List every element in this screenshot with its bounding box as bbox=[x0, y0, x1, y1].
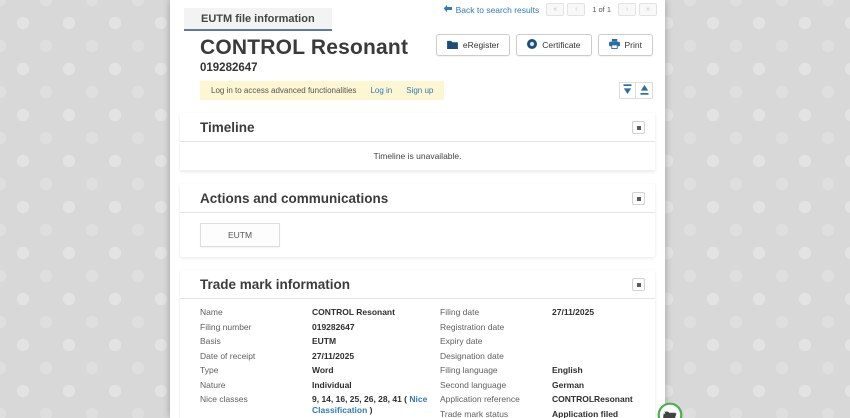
actions-collapse-button[interactable] bbox=[632, 192, 645, 205]
trademark-section-title: Trade mark information bbox=[200, 277, 350, 292]
field-value: EUTM bbox=[312, 336, 440, 347]
field-row-nature: Nature Individual bbox=[200, 380, 440, 392]
field-row-filing-language: Filing language English bbox=[440, 365, 680, 377]
field-label: Nature bbox=[200, 380, 312, 391]
collapse-all-button[interactable] bbox=[619, 82, 636, 99]
pager-first-button[interactable]: « bbox=[546, 3, 564, 16]
field-label: Date of receipt bbox=[200, 351, 312, 362]
login-banner-row: Log in to access advanced functionalitie… bbox=[200, 81, 653, 100]
back-to-search-results-link[interactable]: Back to search results bbox=[443, 4, 540, 15]
tab-eutm-file-information[interactable]: EUTM file information bbox=[184, 8, 332, 31]
timeline-collapse-button[interactable] bbox=[632, 121, 645, 134]
field-row-type: Type Word bbox=[200, 365, 440, 377]
eregister-button-label: eRegister bbox=[463, 40, 499, 50]
field-row-filing-date: Filing date 27/11/2025 bbox=[440, 307, 680, 319]
field-label: Expiry date bbox=[440, 336, 552, 347]
field-label: Basis bbox=[200, 336, 312, 347]
collapse-icon bbox=[637, 197, 641, 201]
result-pager: « ‹ 1 of 1 › » bbox=[546, 3, 657, 16]
pager-position-label: 1 of 1 bbox=[592, 5, 611, 14]
field-row-filing-number: Filing number 019282647 bbox=[200, 322, 440, 334]
actions-section-body: EUTM bbox=[180, 213, 655, 257]
trademark-section-header: Trade mark information bbox=[180, 270, 655, 299]
field-value: 27/11/2025 bbox=[552, 307, 680, 318]
print-button[interactable]: Print bbox=[598, 34, 653, 56]
pager-next-button[interactable]: › bbox=[618, 3, 636, 16]
document-actions: eRegister Certificate Print bbox=[436, 34, 653, 56]
field-value: 9, 14, 16, 25, 26, 28, 41 ( Nice Classif… bbox=[312, 394, 440, 417]
field-row-registration-date: Registration date bbox=[440, 322, 680, 334]
signup-link[interactable]: Sign up bbox=[406, 86, 433, 95]
trademark-information-section: Trade mark information Name CONTROL Reso… bbox=[180, 270, 655, 418]
trademark-fields: Name CONTROL Resonant Filing number 0192… bbox=[180, 299, 655, 418]
field-value: 27/11/2025 bbox=[312, 351, 440, 362]
login-link[interactable]: Log in bbox=[370, 86, 392, 95]
timeline-unavailable-message: Timeline is unavailable. bbox=[180, 142, 655, 171]
timeline-section-title: Timeline bbox=[200, 120, 255, 135]
field-row-date-of-receipt: Date of receipt 27/11/2025 bbox=[200, 351, 440, 363]
back-arrow-icon bbox=[443, 4, 452, 15]
actions-section-title: Actions and communications bbox=[200, 191, 388, 206]
certificate-button-label: Certificate bbox=[542, 40, 580, 50]
actions-section-header: Actions and communications bbox=[180, 184, 655, 213]
field-label: Registration date bbox=[440, 322, 552, 333]
nice-classes-close-paren: ) bbox=[370, 405, 373, 415]
field-label: Second language bbox=[440, 380, 552, 391]
certificate-seal-icon bbox=[527, 39, 537, 51]
field-row-trademark-status: Trade mark status Application filed bbox=[440, 409, 680, 418]
pager-prev-button[interactable]: ‹ bbox=[567, 3, 585, 16]
page-background: Back to search results « ‹ 1 of 1 › » EU… bbox=[0, 0, 850, 418]
field-value: Individual bbox=[312, 380, 440, 391]
field-row-basis: Basis EUTM bbox=[200, 336, 440, 348]
eregister-button[interactable]: eRegister bbox=[436, 34, 510, 56]
field-label: Name bbox=[200, 307, 312, 318]
actions-communications-section: Actions and communications EUTM bbox=[180, 184, 655, 257]
field-row-name: Name CONTROL Resonant bbox=[200, 307, 440, 319]
page-header: CONTROL Resonant 019282647 eRegister Cer… bbox=[170, 31, 665, 74]
trademark-fields-left-column: Name CONTROL Resonant Filing number 0192… bbox=[200, 307, 440, 418]
nice-classes-value: 9, 14, 16, 25, 26, 28, 41 ( bbox=[312, 394, 407, 404]
field-value: Word bbox=[312, 365, 440, 376]
field-value: English bbox=[552, 365, 680, 376]
back-link-label: Back to search results bbox=[456, 5, 540, 15]
actions-eutm-tab[interactable]: EUTM bbox=[200, 223, 280, 247]
field-value: 019282647 bbox=[312, 322, 440, 333]
collapse-icon bbox=[637, 283, 641, 287]
field-label: Nice classes bbox=[200, 394, 312, 405]
field-row-second-language: Second language German bbox=[440, 380, 680, 392]
field-label: Filing language bbox=[440, 365, 552, 376]
print-button-label: Print bbox=[625, 40, 642, 50]
field-row-application-reference: Application reference CONTROLResonant bbox=[440, 394, 680, 406]
expand-all-button[interactable] bbox=[636, 82, 653, 99]
login-banner-text: Log in to access advanced functionalitie… bbox=[211, 86, 356, 95]
trademark-status-icon bbox=[657, 402, 683, 418]
field-value: German bbox=[552, 380, 680, 391]
login-banner: Log in to access advanced functionalitie… bbox=[200, 81, 444, 100]
field-label: Type bbox=[200, 365, 312, 376]
file-number: 019282647 bbox=[200, 62, 653, 74]
timeline-section: Timeline Timeline is unavailable. bbox=[180, 113, 655, 171]
timeline-section-header: Timeline bbox=[180, 113, 655, 142]
collapse-icon bbox=[637, 126, 641, 130]
field-label: Designation date bbox=[440, 351, 552, 362]
field-label: Filing number bbox=[200, 322, 312, 333]
field-row-expiry-date: Expiry date bbox=[440, 336, 680, 348]
top-navigation-bar: Back to search results « ‹ 1 of 1 › » bbox=[443, 3, 657, 16]
field-row-designation-date: Designation date bbox=[440, 351, 680, 363]
trademark-fields-right-column: Filing date 27/11/2025 Registration date… bbox=[440, 307, 680, 418]
expand-all-icon bbox=[640, 83, 649, 98]
field-label: Filing date bbox=[440, 307, 552, 318]
certificate-button[interactable]: Certificate bbox=[516, 34, 591, 56]
collapse-all-icon bbox=[623, 83, 632, 98]
section-toggle-buttons bbox=[619, 82, 653, 99]
field-row-nice-classes: Nice classes 9, 14, 16, 25, 26, 28, 41 (… bbox=[200, 394, 440, 417]
eutm-file-panel: Back to search results « ‹ 1 of 1 › » EU… bbox=[170, 0, 665, 418]
field-label: Trade mark status bbox=[440, 409, 552, 418]
print-icon bbox=[609, 39, 620, 51]
field-label: Application reference bbox=[440, 394, 552, 405]
trademark-collapse-button[interactable] bbox=[632, 278, 645, 291]
pager-last-button[interactable]: » bbox=[639, 3, 657, 16]
eregister-folder-icon bbox=[447, 40, 458, 51]
field-value: CONTROL Resonant bbox=[312, 307, 440, 318]
